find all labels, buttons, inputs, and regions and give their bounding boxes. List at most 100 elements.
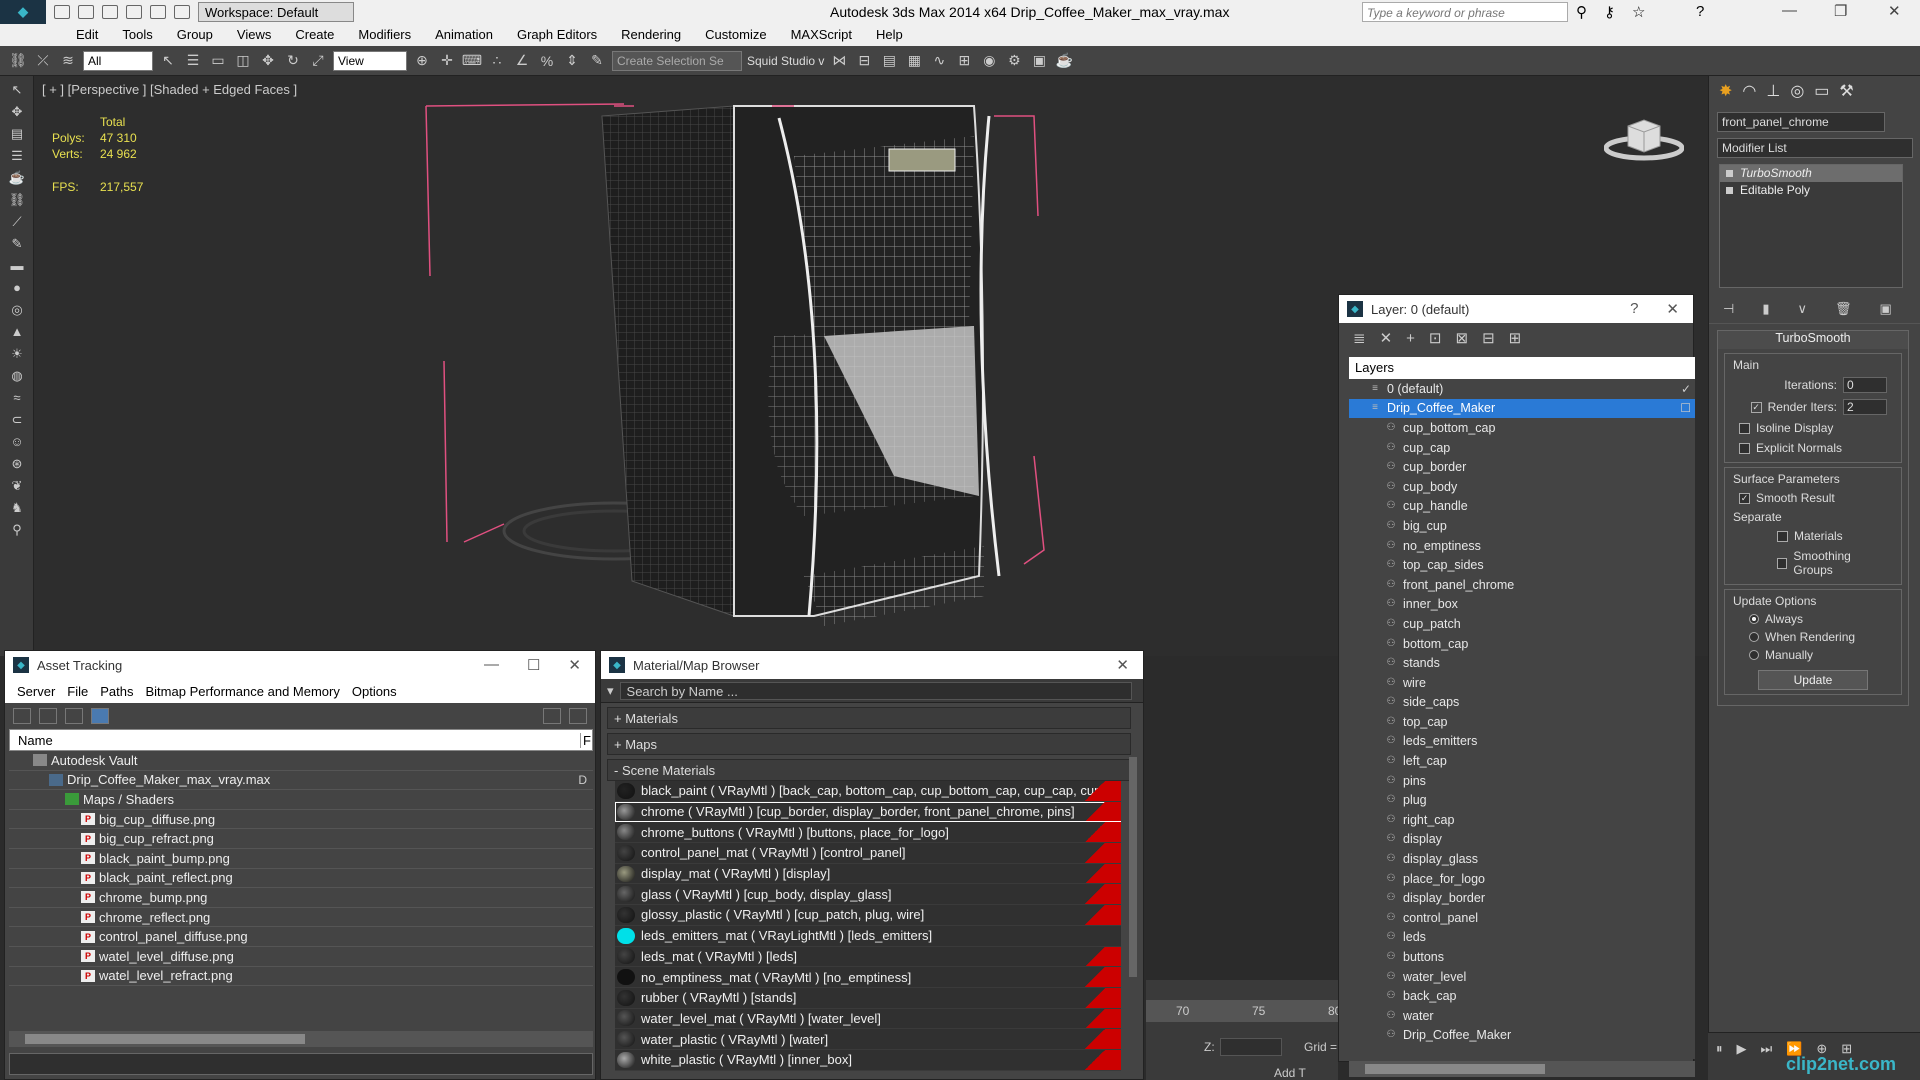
smoothing-groups-checkbox[interactable]: [1777, 557, 1788, 569]
layer-item[interactable]: ⚇ leds: [1349, 928, 1695, 948]
group-materials[interactable]: + Materials: [607, 707, 1131, 729]
material-row[interactable]: black_paint ( VRayMtl ) [back_cap, botto…: [615, 781, 1121, 802]
menu-group[interactable]: Group: [165, 24, 225, 46]
highlight-layer-icon[interactable]: ⊠: [1456, 329, 1469, 347]
group-maps[interactable]: + Maps: [607, 733, 1131, 755]
material-editor-icon[interactable]: ◉: [979, 51, 999, 71]
select-object-icon[interactable]: ↖: [158, 51, 178, 71]
when-rendering-radio[interactable]: [1749, 632, 1759, 642]
material-row[interactable]: glass ( VRayMtl ) [cup_body, display_gla…: [615, 884, 1121, 906]
material-browser-titlebar[interactable]: ◆ Material/Map Browser ✕: [601, 651, 1143, 679]
asset-horizontal-scrollbar[interactable]: [9, 1031, 593, 1047]
hierarchy-tab-icon[interactable]: ⊥: [1766, 81, 1780, 101]
layer-item[interactable]: ⚇ right_cap: [1349, 810, 1695, 830]
layer-item[interactable]: ⚇ big_cup: [1349, 516, 1695, 536]
menu-modifiers[interactable]: Modifiers: [346, 24, 423, 46]
workspace-select[interactable]: Workspace: Default: [198, 2, 354, 22]
material-row[interactable]: white_plastic ( VRayMtl ) [inner_box]: [615, 1049, 1121, 1071]
select-layer-icon[interactable]: ⊡: [1429, 329, 1442, 347]
layer-item[interactable]: ⚇ display_border: [1349, 888, 1695, 908]
scrollbar-thumb[interactable]: [1365, 1064, 1545, 1074]
window-crossing-icon[interactable]: ◫: [233, 51, 253, 71]
unlink-icon[interactable]: ⤫: [33, 51, 53, 71]
layer-item[interactable]: ⚇ top_cap_sides: [1349, 555, 1695, 575]
project-folder-icon[interactable]: [174, 5, 190, 19]
layer-item[interactable]: ⚇ bottom_cap: [1349, 634, 1695, 654]
layer-item[interactable]: ⚇ display: [1349, 830, 1695, 850]
layer-item[interactable]: ⚇ cup_body: [1349, 477, 1695, 497]
menu-tools[interactable]: Tools: [110, 24, 164, 46]
create-tab-icon[interactable]: ✸: [1719, 81, 1732, 101]
material-row[interactable]: leds_emitters_mat ( VRayLightMtl ) [leds…: [615, 925, 1121, 947]
asset-row[interactable]: Maps / Shaders: [9, 790, 593, 810]
hide-all-icon[interactable]: ⊟: [1482, 329, 1495, 347]
refresh-icon[interactable]: [13, 708, 31, 724]
layer-item[interactable]: ⚇ cup_cap: [1349, 438, 1695, 458]
help-search-input[interactable]: Type a keyword or phrase: [1362, 2, 1568, 22]
asset-row[interactable]: Autodesk Vault: [9, 751, 593, 771]
modify-tab-icon[interactable]: ◠: [1742, 81, 1756, 101]
help-icon[interactable]: ?: [1696, 3, 1704, 20]
time-ruler[interactable]: 70 75 80: [1146, 1000, 1341, 1022]
menu-options[interactable]: Options: [346, 679, 403, 703]
layer-item[interactable]: ⚇ inner_box: [1349, 595, 1695, 615]
layer-item[interactable]: ⚇ cup_patch: [1349, 614, 1695, 634]
stack-item-turbosmooth[interactable]: TurboSmooth: [1720, 165, 1902, 182]
close-icon[interactable]: ✕: [568, 656, 581, 674]
render-iters-checkbox[interactable]: ✓: [1750, 401, 1762, 413]
menu-graph-editors[interactable]: Graph Editors: [505, 24, 609, 46]
curve-editor-icon[interactable]: ∿: [929, 51, 949, 71]
menu-paths[interactable]: Paths: [94, 679, 139, 703]
maximize-button[interactable]: ❐: [1834, 2, 1847, 20]
material-row[interactable]: chrome ( VRayMtl ) [cup_border, display_…: [615, 801, 1121, 823]
asset-row[interactable]: Pbig_cup_refract.png: [9, 829, 593, 849]
material-row[interactable]: control_panel_mat ( VRayMtl ) [control_p…: [615, 843, 1121, 864]
make-unique-icon[interactable]: ∨: [1797, 301, 1807, 317]
delete-layer-icon[interactable]: ✕: [1380, 329, 1393, 347]
schematic-view-icon[interactable]: ⊞: [954, 51, 974, 71]
move-icon[interactable]: ✥: [258, 51, 278, 71]
menu-server[interactable]: Server: [11, 679, 61, 703]
tool-teapot-icon[interactable]: ☕: [6, 170, 28, 186]
viewport-label[interactable]: [ + ] [Perspective ] [Shaded + Edged Fac…: [42, 82, 297, 97]
add-to-layer-icon[interactable]: +: [1406, 330, 1415, 347]
rotate-icon[interactable]: ↻: [283, 51, 303, 71]
menu-create[interactable]: Create: [283, 24, 346, 46]
menu-animation[interactable]: Animation: [423, 24, 505, 46]
undo-icon[interactable]: [126, 5, 142, 19]
selection-filter-select[interactable]: All: [83, 50, 153, 71]
layer-item[interactable]: ⚇ control_panel: [1349, 908, 1695, 928]
menu-rendering[interactable]: Rendering: [609, 24, 693, 46]
layer-item[interactable]: ≡ 0 (default) ✓: [1349, 379, 1695, 399]
pin-stack-icon[interactable]: ⊣: [1723, 301, 1734, 317]
options-chevron-icon[interactable]: ▾: [607, 683, 614, 699]
z-coordinate-input[interactable]: [1220, 1038, 1282, 1056]
tool-paint-icon[interactable]: ✎: [6, 236, 28, 252]
layer-item[interactable]: ⚇ cup_handle: [1349, 497, 1695, 517]
asset-row[interactable]: Pchrome_bump.png: [9, 888, 593, 908]
layer-item[interactable]: ⚇ buttons: [1349, 947, 1695, 967]
layer-item[interactable]: ⚇ back_cap: [1349, 986, 1695, 1006]
asset-row[interactable]: Drip_Coffee_Maker_max_vray.max D: [9, 771, 593, 791]
layer-item[interactable]: ⚇ leds_emitters: [1349, 732, 1695, 752]
material-vertical-scrollbar[interactable]: [1129, 757, 1137, 977]
next-frame-icon[interactable]: ⏭: [1761, 1041, 1773, 1057]
asset-row[interactable]: Pchrome_reflect.png: [9, 908, 593, 928]
layer-item[interactable]: ⚇ top_cap: [1349, 712, 1695, 732]
material-row[interactable]: leds_mat ( VRayMtl ) [leds]: [615, 946, 1121, 968]
close-button[interactable]: ✕: [1888, 2, 1901, 20]
material-row[interactable]: water_plastic ( VRayMtl ) [water]: [615, 1029, 1121, 1050]
material-row[interactable]: no_emptiness_mat ( VRayMtl ) [no_emptine…: [615, 967, 1121, 988]
binoculars-icon[interactable]: ⚲: [1576, 3, 1587, 21]
tool-cone-icon[interactable]: ▲: [6, 324, 28, 340]
motion-tab-icon[interactable]: ◎: [1790, 81, 1804, 101]
render-production-icon[interactable]: ☕: [1054, 51, 1074, 71]
material-row[interactable]: glossy_plastic ( VRayMtl ) [cup_patch, p…: [615, 905, 1121, 926]
tool-zoom-icon[interactable]: ⚲: [6, 522, 28, 538]
isoline-checkbox[interactable]: [1739, 422, 1750, 434]
menu-maxscript[interactable]: MAXScript: [779, 24, 864, 46]
tool-globe-icon[interactable]: ⊛: [6, 456, 28, 472]
always-radio[interactable]: [1749, 614, 1759, 624]
minimize-icon[interactable]: —: [484, 656, 499, 674]
group-scene-materials[interactable]: - Scene Materials: [607, 759, 1131, 781]
